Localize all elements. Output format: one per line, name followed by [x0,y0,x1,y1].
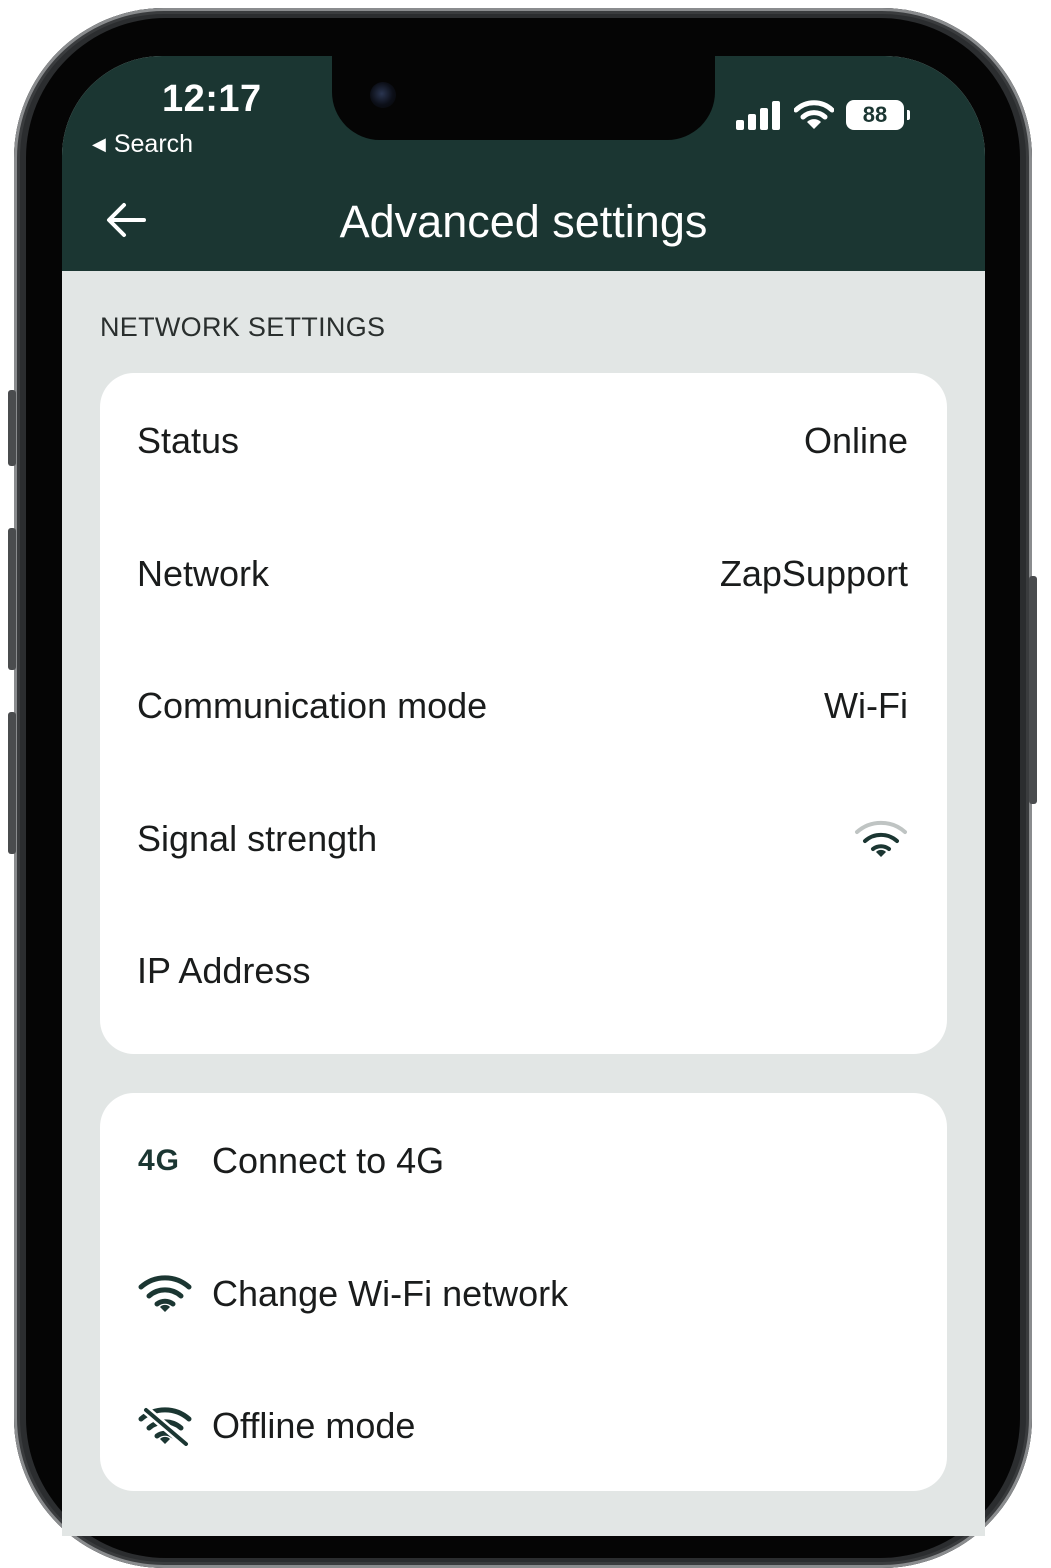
page-title: Advanced settings [339,196,708,247]
volume-up-button [8,528,16,670]
connect-4g-label: Connect to 4G [212,1140,445,1181]
change-wifi-network-button[interactable]: Change Wi-Fi network [138,1264,909,1324]
status-icons: 88 [734,100,910,130]
back-to-search-link[interactable]: ◀ Search [92,130,193,159]
network-row: Network ZapSupport [137,544,908,604]
network-settings-section-label: NETWORK SETTINGS [100,312,386,342]
screen: 12:17 ◀ Search 88 Advanced settings NETW… [62,56,985,1536]
back-search-label: Search [113,130,194,158]
network-label: Network [137,553,270,594]
front-camera [370,82,396,108]
battery-indicator: 88 [846,100,910,130]
status-label: Status [137,420,240,461]
back-triangle-icon: ◀ [92,134,106,154]
offline-mode-button[interactable]: Offline mode [138,1396,909,1456]
network-actions-card: 4G Connect to 4G Change Wi-Fi network Of… [100,1093,947,1491]
volume-down-button [8,712,16,854]
connect-4g-button[interactable]: 4G Connect to 4G [138,1131,909,1191]
status-time: 12:17 [162,78,262,120]
offline-mode-label: Offline mode [212,1405,416,1446]
cellular-signal-icon [736,101,780,130]
wifi-icon [138,1269,200,1319]
communication-mode-label: Communication mode [137,685,488,726]
communication-mode-row: Communication mode Wi-Fi [137,676,908,736]
change-wifi-network-label: Change Wi-Fi network [212,1273,569,1314]
status-row: Status Online [137,411,908,471]
wifi-status-icon [794,100,834,129]
power-button [1029,576,1037,804]
network-settings-card: Status Online Network ZapSupport Communi… [100,373,947,1054]
wifi-off-icon [138,1401,200,1451]
ip-address-row: IP Address [137,941,908,1001]
battery-level: 88 [862,102,888,127]
network-value: ZapSupport [719,553,908,594]
app-header: 12:17 ◀ Search 88 Advanced settings [62,56,985,271]
signal-strength-row: Signal strength [137,809,908,869]
mute-switch [8,390,16,466]
signal-strength-label: Signal strength [137,818,378,859]
ip-address-label: IP Address [137,950,311,991]
4g-icon: 4G [138,1144,181,1177]
status-value: Online [803,420,908,461]
wifi-signal-icon [855,820,907,857]
communication-mode-value: Wi-Fi [824,685,908,726]
